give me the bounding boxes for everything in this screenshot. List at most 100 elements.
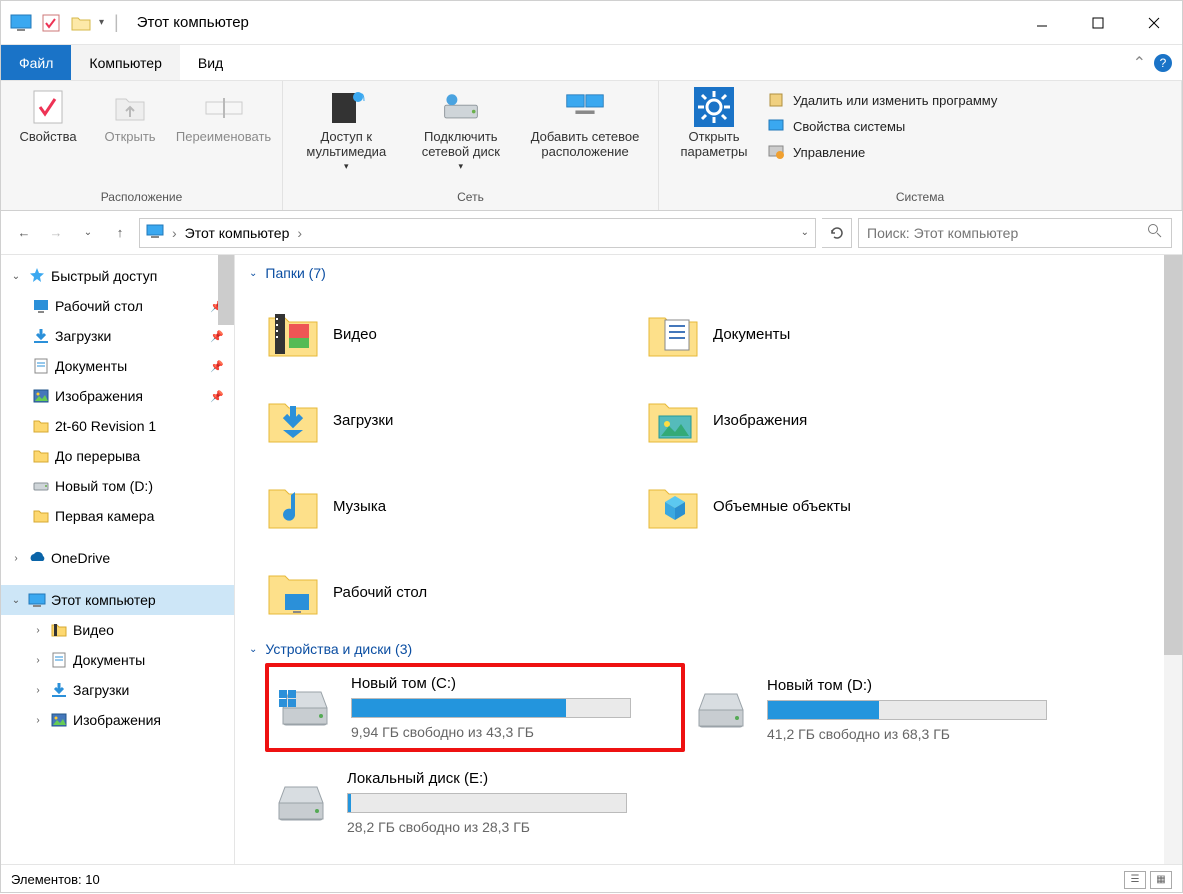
pin-icon: 📌	[210, 390, 224, 403]
drive-item-2[interactable]: Локальный диск (E:)28,2 ГБ свободно из 2…	[265, 762, 685, 843]
maximize-button[interactable]	[1070, 5, 1126, 41]
search-input[interactable]	[867, 225, 1147, 241]
map-drive-button[interactable]: Подключить сетевой диск ▾	[408, 85, 515, 172]
help-icon[interactable]: ?	[1154, 54, 1172, 72]
chevron-down-icon[interactable]: ⌄	[9, 595, 23, 606]
tree-onedrive[interactable]: › OneDrive	[1, 543, 234, 573]
sidebar-item-quick-0[interactable]: Рабочий стол📌	[1, 291, 234, 321]
content-scrollbar[interactable]	[1164, 255, 1182, 864]
folder-icon	[31, 446, 51, 466]
view-details-button[interactable]: ☰	[1124, 871, 1146, 889]
search-box[interactable]	[858, 218, 1172, 248]
rename-button[interactable]: Переименовать	[175, 85, 272, 144]
folder-icon[interactable]	[69, 11, 93, 35]
sidebar-item-label: Рабочий стол	[55, 298, 143, 314]
manage-link[interactable]: Управление	[767, 143, 997, 161]
drive-item-0[interactable]: Новый том (C:) 9,94 ГБ свободно из 43,3 Г…	[265, 663, 685, 752]
nav-back-button[interactable]: ←	[11, 220, 37, 246]
sidebar-item-pc-0[interactable]: ›Видео	[1, 615, 234, 645]
folder-item-6[interactable]: Рабочий стол	[265, 549, 645, 635]
chevron-down-icon[interactable]: ⌄	[9, 271, 23, 282]
sidebar-item-quick-7[interactable]: Первая камера	[1, 501, 234, 531]
media-access-button[interactable]: Доступ к мультимедиа ▾	[293, 85, 400, 172]
tab-file[interactable]: Файл	[1, 45, 71, 80]
ribbon-group-location: Свойства Открыть Переименовать Расположе…	[1, 81, 283, 210]
view-icons-button[interactable]: ▦	[1150, 871, 1172, 889]
sidebar-item-label: Загрузки	[55, 328, 111, 344]
pictures-icon	[31, 386, 51, 406]
open-settings-button[interactable]: Открыть параметры	[669, 85, 759, 159]
pictures-icon	[49, 710, 69, 730]
add-network-loc-button[interactable]: Добавить сетевое расположение	[522, 85, 648, 159]
minimize-button[interactable]	[1014, 5, 1070, 41]
system-properties-link[interactable]: Свойства системы	[767, 117, 997, 135]
folder-item-3[interactable]: Изображения	[645, 377, 1025, 463]
title-bar: ▾ | Этот компьютер	[1, 1, 1182, 45]
chevron-right-icon[interactable]: ›	[9, 553, 23, 564]
tree-quick-access[interactable]: ⌄ Быстрый доступ	[1, 261, 234, 291]
folder-item-1[interactable]: Документы	[645, 291, 1025, 377]
sidebar-item-pc-2[interactable]: ›Загрузки	[1, 675, 234, 705]
folder-item-5[interactable]: Объемные объекты	[645, 463, 1025, 549]
folder-item-4[interactable]: Музыка	[265, 463, 645, 549]
folder-label: Изображения	[713, 412, 807, 429]
star-icon	[27, 266, 47, 286]
media-access-label: Доступ к мультимедиа	[293, 129, 400, 159]
tab-view[interactable]: Вид	[180, 45, 241, 80]
close-button[interactable]	[1126, 5, 1182, 41]
sidebar-item-pc-3[interactable]: ›Изображения	[1, 705, 234, 735]
drive-name: Новый том (D:)	[767, 677, 1097, 694]
open-label: Открыть	[105, 129, 156, 144]
drive-usage-bar	[347, 793, 627, 813]
drive-name: Новый том (C:)	[351, 675, 673, 692]
sidebar-item-label: Изображения	[55, 388, 143, 404]
address-dropdown-icon[interactable]: ⌄	[801, 227, 809, 238]
drive-item-1[interactable]: Новый том (D:)41,2 ГБ свободно из 68,3 Г…	[685, 667, 1105, 752]
open-button[interactable]: Открыть	[93, 85, 167, 144]
sidebar-item-quick-3[interactable]: Изображения 📌	[1, 381, 234, 411]
documents-icon	[49, 650, 69, 670]
nav-recent-dropdown[interactable]: ⌄	[75, 220, 101, 246]
sidebar-item-label: Документы	[73, 652, 145, 668]
collapse-ribbon-icon[interactable]: ⌃	[1133, 53, 1146, 73]
chevron-right-icon[interactable]: ›	[31, 655, 45, 666]
pin-icon: 📌	[210, 360, 224, 373]
tree-this-pc[interactable]: ⌄ Этот компьютер	[1, 585, 234, 615]
sidebar-item-pc-1[interactable]: › Документы	[1, 645, 234, 675]
chevron-right-icon[interactable]: ›	[31, 685, 45, 696]
folder-item-2[interactable]: Загрузки	[265, 377, 645, 463]
onedrive-icon	[27, 548, 47, 568]
properties-icon[interactable]	[39, 11, 63, 35]
status-bar: Элементов: 10 ☰ ▦	[1, 864, 1182, 894]
nav-up-button[interactable]: ↑	[107, 220, 133, 246]
folder-item-0[interactable]: Видео	[265, 291, 645, 377]
sidebar-item-quick-4[interactable]: 2t-60 Revision 1	[1, 411, 234, 441]
group-location-label: Расположение	[11, 190, 272, 208]
sidebar-item-quick-6[interactable]: Новый том (D:)	[1, 471, 234, 501]
sidebar-item-quick-2[interactable]: Документы📌	[1, 351, 234, 381]
drive-free-text: 9,94 ГБ свободно из 43,3 ГБ	[351, 724, 673, 740]
ribbon: Свойства Открыть Переименовать Расположе…	[1, 81, 1182, 211]
sidebar-scrollbar[interactable]	[218, 255, 234, 325]
group-header-folders[interactable]: ⌄ Папки (7)	[249, 265, 1172, 281]
folder-label: Объемные объекты	[713, 498, 851, 515]
sidebar-item-label: 2t-60 Revision 1	[55, 418, 156, 434]
nav-forward-button[interactable]: →	[43, 220, 69, 246]
drive-icon	[693, 688, 749, 732]
tab-computer[interactable]: Компьютер	[71, 45, 179, 80]
breadcrumb-this-pc[interactable]: Этот компьютер	[185, 225, 290, 241]
group-system-label: Система	[669, 190, 1171, 208]
refresh-button[interactable]	[822, 218, 852, 248]
uninstall-program-link[interactable]: Удалить или изменить программу	[767, 91, 997, 109]
sidebar-item-quick-5[interactable]: До перерыва	[1, 441, 234, 471]
chevron-right-icon[interactable]: ›	[31, 715, 45, 726]
properties-button[interactable]: Свойства	[11, 85, 85, 144]
group-header-drives[interactable]: ⌄ Устройства и диски (3)	[249, 641, 1172, 657]
chevron-right-icon[interactable]: ›	[31, 625, 45, 636]
sidebar-item-label: Новый том (D:)	[55, 478, 153, 494]
desktop-icon	[31, 296, 51, 316]
address-bar[interactable]: › Этот компьютер › ⌄	[139, 218, 816, 248]
qat-dropdown-icon[interactable]: ▾	[99, 17, 104, 28]
search-icon[interactable]	[1147, 223, 1163, 242]
sidebar-item-quick-1[interactable]: Загрузки📌	[1, 321, 234, 351]
